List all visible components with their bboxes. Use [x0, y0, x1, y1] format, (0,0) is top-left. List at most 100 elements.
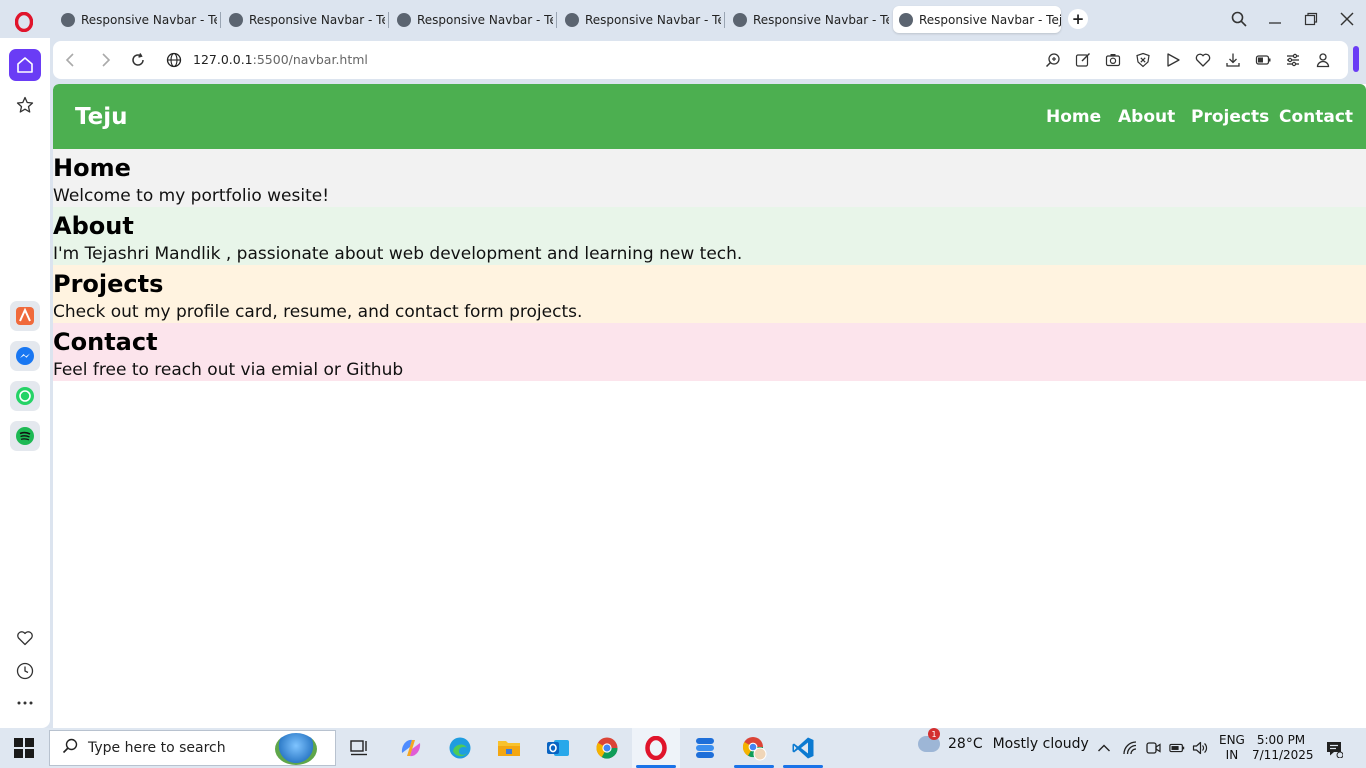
section-heading: About: [53, 212, 134, 240]
url-field[interactable]: 127.0.0.1:5500/navbar.html: [193, 52, 368, 67]
address-bar: 127.0.0.1:5500/navbar.html: [53, 41, 1348, 79]
opera-logo-icon[interactable]: [12, 10, 36, 34]
restore-icon[interactable]: [1300, 9, 1322, 29]
home-icon[interactable]: [9, 49, 41, 81]
browser-tab[interactable]: Responsive Navbar - Teju: [55, 6, 217, 33]
weather-widget[interactable]: 1 28°C Mostly cloudy: [918, 728, 1089, 752]
search-highlight-image: [275, 733, 317, 765]
favorites-heart-icon[interactable]: [1194, 51, 1212, 69]
chrome-profile-icon[interactable]: [740, 734, 768, 762]
stacked-app-icon[interactable]: [691, 734, 719, 762]
meet-now-icon[interactable]: [1145, 740, 1161, 756]
whatsapp-icon[interactable]: [10, 381, 40, 411]
nav-link-home[interactable]: Home: [1046, 107, 1101, 127]
system-clock[interactable]: 5:00 PM 7/11/2025: [1252, 733, 1314, 763]
volume-icon[interactable]: [1192, 740, 1208, 756]
more-options-icon[interactable]: [9, 687, 41, 719]
search-placeholder: Type here to search: [88, 740, 226, 756]
reload-icon[interactable]: [128, 50, 148, 70]
battery-icon[interactable]: [1169, 740, 1185, 756]
easy-setup-icon[interactable]: [1284, 51, 1302, 69]
tab-title: Responsive Navbar - Teju: [919, 12, 1061, 27]
forward-icon[interactable]: [96, 50, 116, 70]
section-projects: Projects Check out my profile card, resu…: [53, 265, 1366, 323]
profile-icon[interactable]: [1314, 51, 1332, 69]
page-viewport: Teju Home About Projects Contact Home We…: [53, 84, 1366, 728]
heart-icon[interactable]: [9, 622, 41, 654]
url-path: :5500/navbar.html: [252, 52, 368, 67]
url-host: 127.0.0.1: [193, 52, 253, 67]
language-region: IN: [1225, 748, 1239, 762]
site-brand[interactable]: Teju: [75, 104, 128, 130]
new-tab-button[interactable]: +: [1068, 9, 1088, 29]
adblock-shield-icon[interactable]: [1134, 51, 1152, 69]
browser-tab[interactable]: Responsive Navbar - Teju: [559, 6, 721, 33]
section-about: About I'm Tejashri Mandlik , passionate …: [53, 207, 1366, 265]
site-info-globe-icon[interactable]: [164, 50, 184, 70]
player-play-icon[interactable]: [1164, 51, 1182, 69]
battery-saver-icon[interactable]: [1254, 51, 1272, 69]
globe-icon: [397, 12, 411, 27]
section-home: Home Welcome to my portfolio wesite!: [53, 149, 1366, 207]
weather-alert-badge: 1: [928, 728, 940, 740]
windows-start-icon[interactable]: [14, 738, 34, 758]
download-icon[interactable]: [1224, 51, 1242, 69]
section-heading: Home: [53, 154, 131, 182]
notifications-icon[interactable]: [1323, 738, 1345, 760]
nav-link-contact[interactable]: Contact: [1279, 107, 1353, 127]
edge-browser-icon[interactable]: [446, 734, 474, 762]
globe-icon: [899, 12, 913, 27]
edit-share-icon[interactable]: [1074, 51, 1092, 69]
back-icon[interactable]: [60, 50, 80, 70]
minimize-icon[interactable]: [1264, 9, 1286, 29]
browser-tab-active[interactable]: Responsive Navbar - Teju: [893, 6, 1061, 33]
camera-snapshot-icon[interactable]: [1104, 51, 1122, 69]
section-contact: Contact Feel free to reach out via emial…: [53, 323, 1366, 381]
browser-sidebar: [0, 38, 50, 728]
scroll-indicator[interactable]: [1353, 46, 1359, 72]
history-clock-icon[interactable]: [9, 655, 41, 687]
spotify-icon[interactable]: [10, 421, 40, 451]
chrome-icon[interactable]: [593, 734, 621, 762]
outlook-icon[interactable]: [544, 734, 572, 762]
star-icon[interactable]: [9, 89, 41, 121]
section-text: I'm Tejashri Mandlik , passionate about …: [53, 244, 743, 264]
tab-divider: [220, 12, 221, 28]
clock-date: 7/11/2025: [1252, 748, 1314, 762]
tab-title: Responsive Navbar - Teju: [753, 12, 889, 27]
file-explorer-icon[interactable]: [495, 734, 523, 762]
language-code: ENG: [1219, 733, 1245, 747]
nav-link-projects[interactable]: Projects: [1191, 107, 1269, 127]
browser-tab[interactable]: Responsive Navbar - Teju: [391, 6, 553, 33]
taskbar-search-box[interactable]: Type here to search: [49, 730, 336, 766]
input-language-indicator[interactable]: ENG IN: [1219, 733, 1245, 763]
nav-link-about[interactable]: About: [1118, 107, 1175, 127]
globe-icon: [229, 12, 243, 27]
copilot-icon[interactable]: [397, 734, 425, 762]
tab-divider: [724, 12, 725, 28]
globe-icon: [565, 12, 579, 27]
browser-tab[interactable]: Responsive Navbar - Teju: [223, 6, 385, 33]
search-icon: [62, 738, 80, 758]
chevron-up-icon[interactable]: [1096, 740, 1112, 756]
browser-tab[interactable]: Responsive Navbar - Teju: [727, 6, 889, 33]
network-icon[interactable]: [1122, 740, 1138, 756]
vscode-icon[interactable]: [789, 734, 817, 762]
site-navbar: Teju Home About Projects Contact: [53, 84, 1366, 149]
task-view-icon[interactable]: [346, 734, 374, 762]
tab-title: Responsive Navbar - Teju: [417, 12, 553, 27]
messenger-icon[interactable]: [10, 341, 40, 371]
weather-temperature: 28°C: [948, 736, 983, 752]
aria-app-icon[interactable]: [10, 301, 40, 331]
zoom-icon[interactable]: [1044, 51, 1062, 69]
globe-icon: [733, 12, 747, 27]
tab-title: Responsive Navbar - Teju: [585, 12, 721, 27]
tab-divider: [388, 12, 389, 28]
close-icon[interactable]: [1336, 9, 1358, 29]
section-heading: Projects: [53, 270, 164, 298]
globe-icon: [61, 12, 75, 27]
search-tabs-icon[interactable]: [1228, 9, 1250, 29]
opera-taskbar-icon[interactable]: [642, 734, 670, 762]
section-text: Welcome to my portfolio wesite!: [53, 186, 330, 206]
cloudy-weather-icon: 1: [918, 728, 940, 752]
